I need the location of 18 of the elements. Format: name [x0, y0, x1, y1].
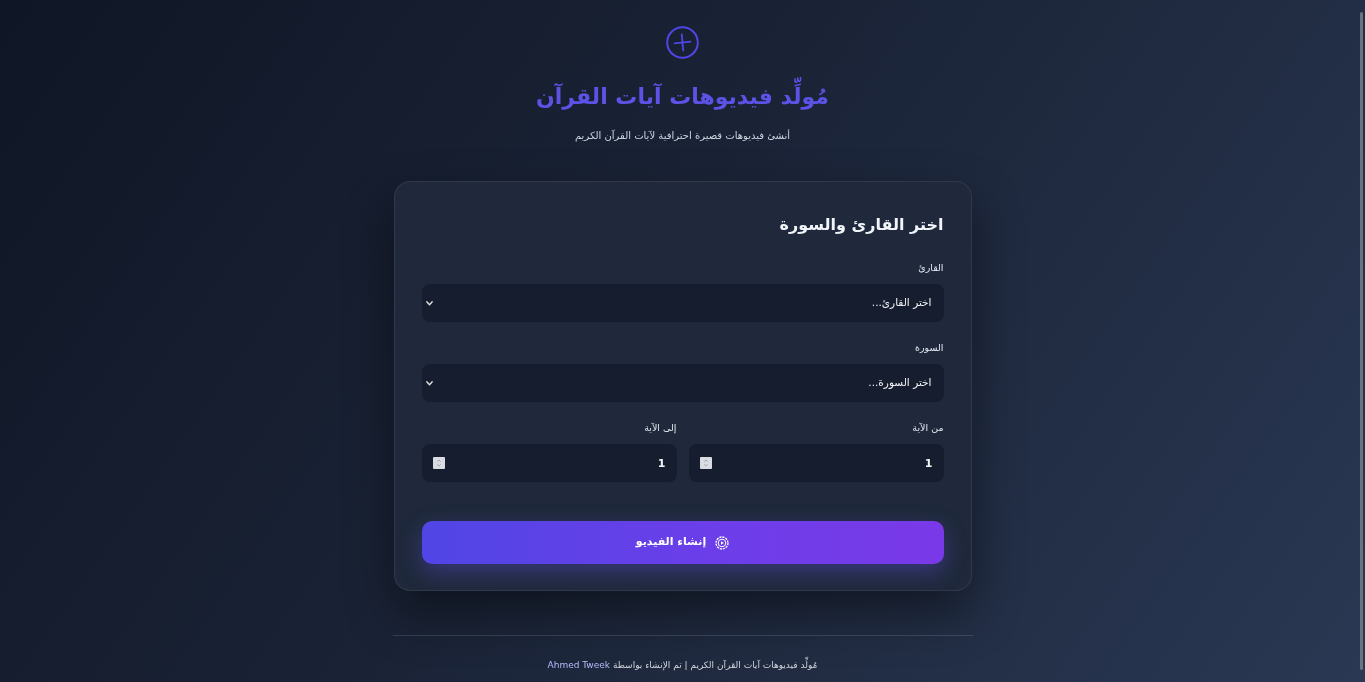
- dropdown-select[interactable]: اختر القارئ...: [421, 284, 944, 322]
- dropdown-select[interactable]: اختر السورة...: [421, 364, 944, 402]
- field-label: إلى الآية: [643, 421, 677, 435]
- create-video-button[interactable]: إنشاء الفيديو: [421, 521, 944, 564]
- page-subtitle: أنشئ فيديوهات قصيرة احترافية لآيات القرآن الكريم: [574, 128, 791, 144]
- author-link[interactable]: Ahmed Tweek: [547, 660, 610, 670]
- card-title: اختر القارئ والسورة: [778, 214, 944, 236]
- field-label: من الآية: [911, 421, 944, 435]
- chevron-down-icon: [425, 300, 433, 306]
- number-input[interactable]: 1: [421, 444, 677, 482]
- chevron-down-icon: [425, 380, 433, 386]
- number-input[interactable]: 1: [688, 444, 944, 482]
- field-label: السورة: [914, 341, 944, 355]
- page-title: مُولِّد فيديوهات آيات القرآن: [534, 77, 831, 117]
- field-label: القارئ: [917, 261, 944, 275]
- plus-circle-icon: [666, 26, 699, 59]
- play-circle-icon: [715, 535, 730, 550]
- scrollbar-thumb[interactable]: [1360, 12, 1363, 670]
